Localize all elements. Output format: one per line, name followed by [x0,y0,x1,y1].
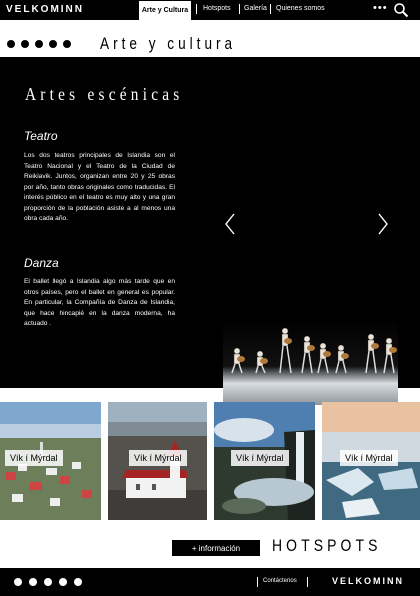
nav-divider [196,4,197,14]
nav-link-hotspots[interactable]: Hotspots [203,5,231,12]
nav-divider [239,4,240,14]
dot-icon [44,578,52,586]
dance-performance-photo [223,319,398,405]
dot-icon [29,578,37,586]
gallery-card[interactable]: Vík í Mýrdal [0,402,101,520]
card-label: Vík í Mýrdal [129,450,187,466]
dot-icon [21,40,29,48]
footer-divider [257,577,258,587]
section-title: Arte y cultura [100,34,237,53]
dot-icon [59,578,67,586]
dot-icon [49,40,57,48]
footer-brand[interactable]: VELKOMINN [332,576,404,586]
contact-link[interactable]: Contáctenos [263,578,297,584]
more-info-button[interactable]: + información [172,540,260,556]
search-icon[interactable] [393,2,409,18]
footer: Contáctenos VELKOMINN [0,568,420,596]
nav-divider [270,4,271,14]
brand-logo[interactable]: VELKOMINN [6,4,84,15]
gallery-card[interactable]: Vík í Mýrdal [322,402,420,520]
tab-arte-y-cultura[interactable]: Arte y Cultura [139,1,191,20]
dot-icon [74,578,82,586]
more-options-icon[interactable]: ••• [373,2,388,14]
danza-text: El ballet llegó a Islandia algo más tard… [24,278,175,327]
chevron-right-icon[interactable] [377,212,389,236]
section-header: Arte y cultura [0,20,420,57]
chevron-left-icon[interactable] [224,212,236,236]
gallery-card[interactable]: Vík í Mýrdal [108,402,207,520]
nav-link-quienes-somos[interactable]: Quienes somos [276,5,325,12]
gallery-card[interactable]: Vík í Mýrdal [214,402,315,520]
card-label: Vík í Mýrdal [5,450,63,466]
panel-title: Artes escénicas [25,84,184,104]
card-label: Vík í Mýrdal [340,450,398,466]
dot-icon [7,40,15,48]
artes-escenicas-panel: Artes escénicas Teatro Los dos teatros p… [0,57,420,405]
hotspots-title: HOTSPOTS [272,536,382,555]
nav-link-galeria[interactable]: Galería [244,5,267,12]
dot-icon [14,578,22,586]
teatro-heading: Teatro [24,129,58,143]
dot-icon [35,40,43,48]
decorative-dots [7,40,71,48]
top-navigation-bar: VELKOMINN Arte y Cultura Hotspots Galerí… [0,0,420,20]
dot-icon [63,40,71,48]
decorative-dots [14,578,82,586]
danza-heading: Danza [24,256,59,270]
gallery-row: Vík í Mýrdal Vík í Mýrdal Vík í Mýrdal V… [0,402,420,520]
card-label: Vík í Mýrdal [231,450,289,466]
footer-divider [307,577,308,587]
teatro-text: Los dos teatros principales de Islandia … [24,152,175,222]
